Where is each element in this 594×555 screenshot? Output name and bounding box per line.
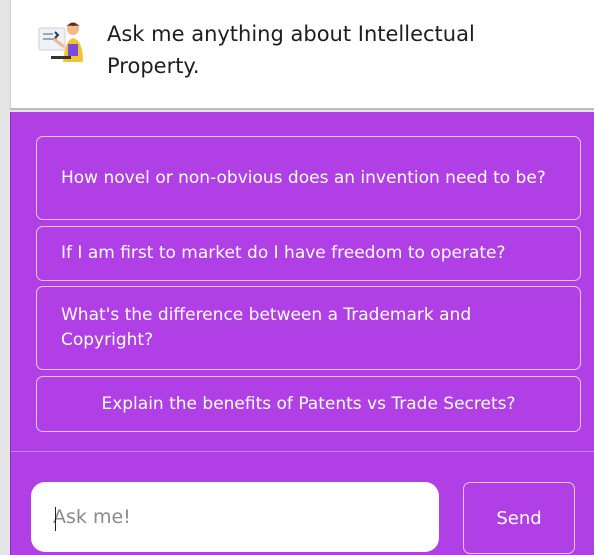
composer-divider: [11, 451, 594, 452]
message-input[interactable]: [31, 482, 439, 552]
suggestion-label: How novel or non-obvious does an inventi…: [61, 167, 546, 188]
send-button[interactable]: Send: [463, 482, 575, 554]
suggestion-label: What's the difference between a Trademar…: [61, 305, 472, 350]
suggestion-button-patents-vs-trade-secrets[interactable]: Explain the benefits of Patents vs Trade…: [36, 376, 581, 432]
greeting-text: Ask me anything about Intellectual Prope…: [107, 22, 475, 78]
chat-panel: How novel or non-obvious does an inventi…: [10, 112, 594, 555]
assistant-avatar-icon: [37, 18, 89, 64]
chat-header: Ask me anything about Intellectual Prope…: [10, 0, 594, 110]
suggestion-button-trademark-vs-copyright[interactable]: What's the difference between a Trademar…: [36, 286, 581, 370]
text-caret: [55, 507, 56, 531]
suggestion-label: If I am first to market do I have freedo…: [61, 243, 506, 263]
suggestion-button-freedom-to-operate[interactable]: If I am first to market do I have freedo…: [36, 226, 581, 281]
suggestion-label: Explain the benefits of Patents vs Trade…: [101, 393, 516, 414]
suggestion-button-novelty[interactable]: How novel or non-obvious does an inventi…: [36, 136, 581, 220]
